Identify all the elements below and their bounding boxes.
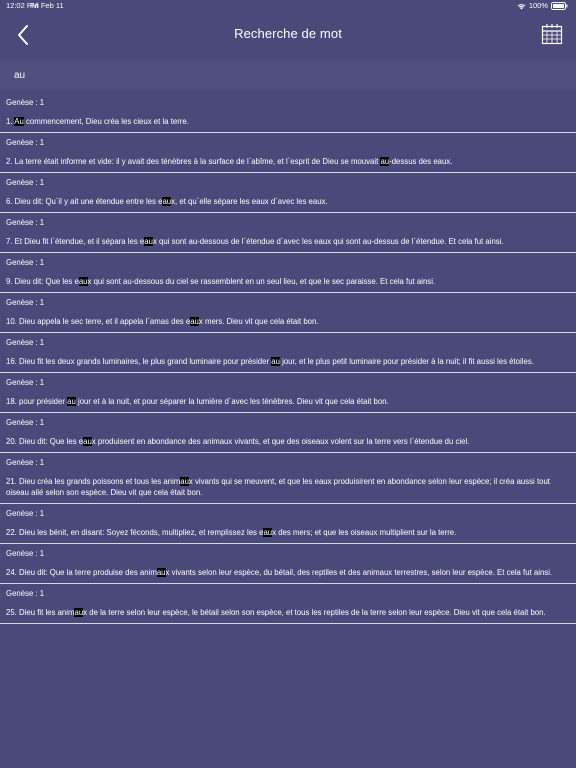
result-reference: Genèse : 1 (6, 98, 45, 107)
result-item[interactable]: Genèse : 1 1. Au commencement, Dieu créa … (0, 93, 576, 133)
results-list: Genèse : 1 1. Au commencement, Dieu créa … (0, 93, 576, 624)
result-reference: Genèse : 1 (6, 549, 45, 558)
result-verse-text: 24. Dieu dit: Que la terre produise des … (6, 567, 570, 578)
verse-fragment: x, et qu`elle sépare les eaux d`avec les… (171, 197, 328, 206)
result-reference: Genèse : 1 (6, 589, 45, 598)
result-verse-text: 20. Dieu dit: Que les eaux produisent en… (6, 436, 570, 447)
result-reference: Genèse : 1 (6, 378, 45, 387)
calendar-icon (540, 24, 564, 50)
result-verse-text: 25. Dieu fit les animaux de la terre sel… (6, 607, 570, 618)
verse-fragment: jour, et le plus petit luminaire pour pr… (279, 357, 534, 366)
match-highlight: au (180, 477, 189, 486)
match-highlight: au (156, 568, 166, 577)
result-item[interactable]: Genèse : 1 6. Dieu dit: Qu`il y ait une é… (0, 173, 576, 213)
verse-fragment: 9. Dieu dit: Que les e (6, 277, 79, 286)
verse-fragment: x vivants selon leur espèce, du bétail, … (165, 568, 553, 577)
match-highlight: au (67, 397, 76, 406)
verse-fragment: 2. La terre était informe et vide: il y … (6, 157, 381, 166)
result-reference: Genèse : 1 (6, 458, 45, 467)
verse-fragment: x de la terre selon leur espèce, le béta… (83, 608, 546, 617)
result-reference: Genèse : 1 (6, 218, 45, 227)
verse-fragment: 18. pour présider (6, 397, 68, 406)
verse-fragment: x qui sont au-dessous du ciel se rassemb… (87, 277, 436, 286)
result-reference: Genèse : 1 (6, 509, 45, 518)
match-highlight: au (190, 317, 199, 326)
battery-percent: 100% (528, 1, 548, 10)
page-title: Recherche de mot (234, 26, 342, 41)
match-highlight: au (78, 277, 88, 286)
result-verse-text: 7. Et Dieu fit l`étendue, et il sépara l… (6, 236, 570, 247)
match-highlight: Au (14, 117, 24, 126)
result-item[interactable]: Genèse : 1 10. Dieu appela le sec terre, … (0, 293, 576, 333)
result-item[interactable]: Genèse : 1 22. Dieu les bénit, en disant:… (0, 504, 576, 544)
verse-fragment: x des mers; et que les oiseaux multiplie… (272, 528, 457, 537)
result-item[interactable]: Genèse : 1 25. Dieu fit les animaux de la… (0, 584, 576, 624)
battery-icon (551, 2, 568, 10)
verse-fragment: 10. Dieu appela le sec terre, et il appe… (6, 317, 191, 326)
result-reference: Genèse : 1 (6, 138, 45, 147)
verse-fragment: 16. Dieu fit les deux grands luminaires,… (6, 357, 272, 366)
verse-fragment: 1. (6, 117, 15, 126)
match-highlight: au (271, 357, 280, 366)
result-verse-text: 21. Dieu créa les grands poissons et tou… (6, 476, 570, 498)
verse-fragment: x produisent en abondance des animaux vi… (91, 437, 470, 446)
result-reference: Genèse : 1 (6, 338, 45, 347)
match-highlight: au (263, 528, 273, 537)
search-input[interactable] (10, 66, 558, 84)
result-reference: Genèse : 1 (6, 418, 45, 427)
verse-fragment: 21. Dieu créa les grands poissons et tou… (6, 477, 181, 486)
verse-fragment: jour et à la nuit, et pour séparer la lu… (75, 397, 389, 406)
wifi-icon (517, 3, 526, 10)
result-verse-text: 1. Au commencement, Dieu créa les cieux … (6, 116, 570, 127)
result-reference: Genèse : 1 (6, 298, 45, 307)
status-right: 100% (517, 0, 568, 12)
verse-fragment: 22. Dieu les bénit, en disant: Soyez féc… (6, 528, 264, 537)
verse-fragment: x mers. Dieu vit que cela était bon. (198, 317, 319, 326)
search-bar (0, 60, 576, 90)
match-highlight: au (83, 437, 92, 446)
nav-bar: Recherche de mot (0, 14, 576, 54)
result-reference: Genèse : 1 (6, 178, 45, 187)
status-bar: 12:02 PM Fri Feb 11 100% (0, 0, 576, 14)
match-highlight: au (144, 237, 153, 246)
result-item[interactable]: Genèse : 1 20. Dieu dit: Que les eaux pro… (0, 413, 576, 453)
result-verse-text: 10. Dieu appela le sec terre, et il appe… (6, 316, 570, 327)
result-item[interactable]: Genèse : 1 16. Dieu fit les deux grands l… (0, 333, 576, 373)
match-highlight: au (380, 157, 390, 166)
match-highlight: au (162, 197, 172, 206)
result-verse-text: 2. La terre était informe et vide: il y … (6, 156, 570, 167)
verse-fragment: 20. Dieu dit: Que les e (6, 437, 84, 446)
verse-fragment: 6. Dieu dit: Qu`il y ait une étendue ent… (6, 197, 163, 206)
result-verse-text: 16. Dieu fit les deux grands luminaires,… (6, 356, 570, 367)
result-item[interactable]: Genèse : 1 21. Dieu créa les grands poiss… (0, 453, 576, 504)
verse-fragment: 7. Et Dieu fit l`étendue, et il sépara l… (6, 237, 145, 246)
verse-fragment: commencement, Dieu créa les cieux et la … (23, 117, 189, 126)
calendar-button[interactable] (540, 22, 564, 46)
verse-fragment: 24. Dieu dit: Que la terre produise des … (6, 568, 157, 577)
result-item[interactable]: Genèse : 1 24. Dieu dit: Que la terre pro… (0, 544, 576, 584)
result-verse-text: 22. Dieu les bénit, en disant: Soyez féc… (6, 527, 570, 538)
result-item[interactable]: Genèse : 1 18. pour présider au jour et à… (0, 373, 576, 413)
result-verse-text: 9. Dieu dit: Que les eaux qui sont au-de… (6, 276, 570, 287)
result-item[interactable]: Genèse : 1 9. Dieu dit: Que les eaux qui … (0, 253, 576, 293)
verse-fragment: x qui sont au-dessous de l`étendue d`ave… (152, 237, 504, 246)
verse-fragment: 25. Dieu fit les anim (6, 608, 75, 617)
verse-fragment: -dessus des eaux. (389, 157, 453, 166)
result-reference: Genèse : 1 (6, 258, 45, 267)
result-verse-text: 6. Dieu dit: Qu`il y ait une étendue ent… (6, 196, 570, 207)
match-highlight: au (74, 608, 84, 617)
result-verse-text: 18. pour présider au jour et à la nuit, … (6, 396, 570, 407)
status-date: Fri Feb 11 (30, 1, 64, 10)
result-item[interactable]: Genèse : 1 7. Et Dieu fit l`étendue, et i… (0, 213, 576, 253)
result-item[interactable]: Genèse : 1 2. La terre était informe et v… (0, 133, 576, 173)
